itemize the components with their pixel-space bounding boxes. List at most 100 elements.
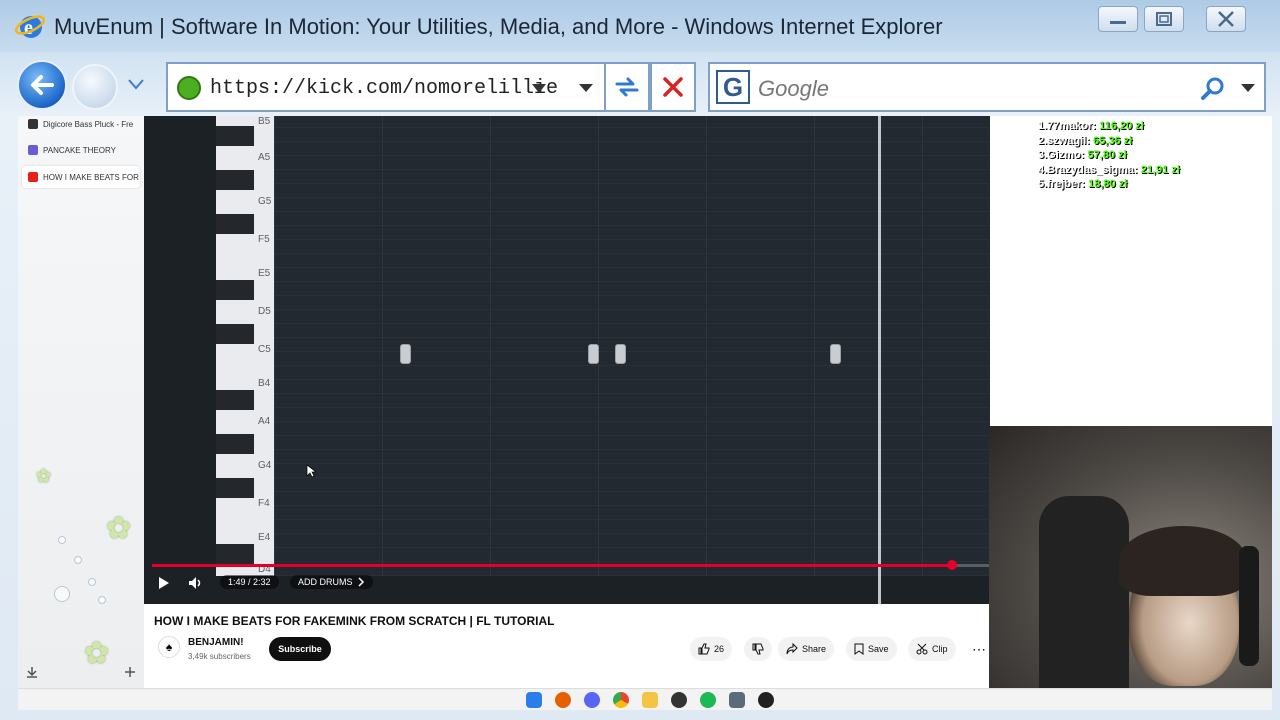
minimize-button[interactable] — [1098, 6, 1138, 32]
channel-name[interactable]: BENJAMIN! — [188, 637, 244, 648]
ie-logo-icon: e — [14, 15, 46, 39]
chair — [1039, 496, 1129, 688]
clip-label: Clip — [932, 644, 948, 654]
note-label: B4 — [258, 378, 271, 389]
note-label: G5 — [258, 196, 272, 207]
leaderboard-name: 3.Gizmo: — [1038, 149, 1085, 161]
channel-avatar[interactable]: ♠ — [158, 636, 180, 658]
flower-decoration: ✿ — [36, 466, 52, 486]
forward-button[interactable] — [72, 64, 118, 110]
like-count: 26 — [714, 644, 725, 654]
back-button[interactable] — [17, 60, 67, 110]
leaderboard-name: 1.77makor: — [1038, 120, 1097, 132]
chevron-right-icon — [357, 577, 364, 587]
like-button[interactable]: 26 — [690, 637, 733, 661]
play-button[interactable] — [158, 576, 170, 590]
note-label: E4 — [258, 532, 271, 543]
progress-fill — [152, 564, 952, 567]
search-icon[interactable] — [1200, 76, 1226, 102]
close-icon — [1218, 11, 1234, 27]
chrome-icon[interactable] — [613, 692, 629, 708]
share-button[interactable]: Share — [778, 637, 835, 661]
piano-roll — [274, 116, 990, 576]
save-button[interactable]: Save — [846, 637, 897, 661]
volume-button[interactable] — [188, 576, 202, 590]
leaderboard-row: 4.Brazydas_sigma: 21,91 zł — [1038, 164, 1180, 179]
site-icon — [177, 76, 201, 100]
sidebar-item-pancake-theory[interactable]: PANCAKE THEORY — [22, 139, 140, 161]
more-icon: ⋯ — [972, 640, 986, 657]
address-input[interactable]: https://kick.com/nomorelillie — [210, 77, 558, 100]
leaderboard-row: 2.szwagil: 65,36 zł — [1038, 135, 1180, 150]
progress-bar[interactable] — [152, 560, 990, 570]
stop-icon — [663, 77, 683, 97]
discord-icon[interactable] — [584, 692, 600, 708]
windows-icon[interactable] — [526, 692, 542, 708]
black-key — [216, 170, 254, 190]
volume-icon — [189, 577, 201, 589]
refresh-button[interactable] — [604, 62, 650, 112]
search-dropdown-icon[interactable] — [1240, 82, 1256, 94]
back-arrow-icon — [31, 75, 54, 95]
sidebar-item-label: PANCAKE THEORY — [43, 145, 116, 155]
bubble-decoration — [54, 586, 70, 602]
midi-note — [400, 344, 411, 364]
address-arrow-icon — [532, 84, 546, 93]
time-display: 1:49 / 2:32 — [220, 575, 279, 589]
search-box[interactable]: G Google — [708, 62, 1266, 112]
sidebar-item-how-i-make-beats[interactable]: HOW I MAKE BEATS FOR — [22, 166, 140, 188]
sidebar-item-label: HOW I MAKE BEATS FOR — [43, 172, 139, 182]
midi-note — [588, 344, 599, 364]
restore-button[interactable] — [1144, 6, 1184, 32]
calculator-icon[interactable] — [729, 692, 745, 708]
search-input[interactable]: Google — [758, 76, 829, 102]
black-key — [216, 324, 254, 344]
chapter-button[interactable]: ADD DRUMS — [290, 575, 373, 589]
scissors-icon — [916, 643, 928, 655]
youtube-icon — [28, 172, 38, 182]
app-icon[interactable] — [758, 692, 774, 708]
leaderboard-name: 2.szwagil: — [1038, 134, 1090, 147]
black-key — [216, 214, 254, 234]
note-label: F5 — [258, 234, 270, 245]
video-player[interactable]: B5 A5 G5 F5 E5 D5 C5 B4 A4 G4 F4 E4 D4 1… — [144, 116, 990, 604]
add-icon[interactable] — [124, 666, 136, 678]
progress-scrubber[interactable] — [947, 560, 957, 570]
stop-button[interactable] — [650, 62, 696, 112]
close-button[interactable] — [1206, 6, 1246, 32]
note-label: D5 — [258, 306, 271, 317]
history-dropdown-icon[interactable] — [128, 78, 144, 90]
note-label: E5 — [258, 268, 271, 279]
address-dropdown-icon[interactable] — [578, 82, 594, 94]
firefox-icon[interactable] — [555, 692, 571, 708]
leaderboard-name: 4.Brazydas_sigma: — [1038, 163, 1138, 176]
chapter-label: ADD DRUMS — [298, 577, 353, 587]
window-title: MuvEnum | Software In Motion: Your Utili… — [54, 14, 943, 39]
share-label: Share — [802, 644, 827, 654]
leaderboard-row: 5.frejber: 18,80 zł — [1038, 178, 1180, 193]
subscribe-button[interactable]: Subscribe — [269, 637, 331, 661]
black-key — [216, 544, 254, 564]
sidebar-item-digicore[interactable]: Digicore Bass Pluck - Fre — [22, 116, 140, 135]
black-key — [216, 434, 254, 454]
playhead — [878, 116, 881, 604]
title-bar: e MuvEnum | Software In Motion: Your Uti… — [0, 0, 1280, 52]
bookmark-icon — [854, 643, 864, 655]
leaderboard-name: 5.frejber: — [1038, 178, 1086, 190]
folder-icon[interactable] — [642, 692, 658, 708]
download-icon[interactable] — [26, 666, 38, 678]
mouse-cursor-icon — [306, 464, 316, 478]
tab-icon — [28, 145, 38, 155]
black-key — [216, 280, 254, 300]
microphone — [1239, 546, 1259, 666]
restore-icon — [1156, 12, 1172, 26]
dislike-button[interactable] — [744, 637, 772, 661]
spotify-icon[interactable] — [700, 692, 716, 708]
address-bar[interactable]: https://kick.com/nomorelillie — [166, 62, 608, 112]
clip-button[interactable]: Clip — [908, 637, 956, 661]
streamer-hair — [1119, 526, 1247, 596]
obs-icon[interactable] — [671, 692, 687, 708]
refresh-icon — [615, 77, 639, 97]
black-key — [216, 126, 254, 146]
note-label: C5 — [258, 344, 271, 355]
